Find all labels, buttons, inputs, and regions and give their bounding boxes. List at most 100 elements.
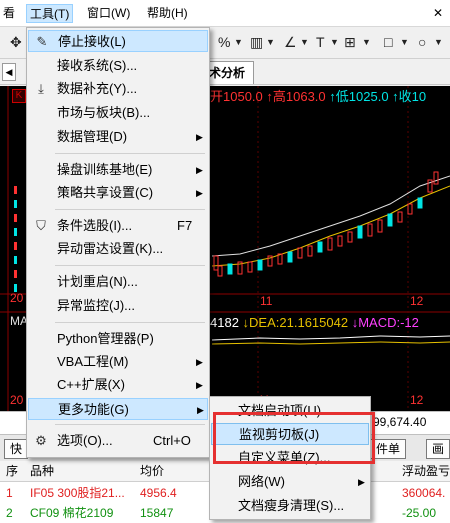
menu-window[interactable]: 窗口(W) xyxy=(84,4,133,23)
candle-bar xyxy=(297,247,303,259)
menu-item-label: 数据管理(D) xyxy=(57,129,128,144)
menu-item-vba-project[interactable]: VBA工程(M) ▶ xyxy=(28,351,208,373)
menu-item-receive-system[interactable]: 接收系统(S)... xyxy=(28,55,208,77)
header-avg-price[interactable]: 均价 xyxy=(140,461,164,481)
low-price: ↑低1025.0 xyxy=(329,89,389,104)
menu-item-label: VBA工程(M) xyxy=(57,354,129,369)
submenu-arrow-icon: ▶ xyxy=(196,132,203,142)
header-symbol[interactable]: 品种 xyxy=(30,461,54,481)
quick-button[interactable]: 快 xyxy=(4,439,29,459)
menu-item-cpp-extension[interactable]: C++扩展(X) ▶ xyxy=(28,374,208,396)
candle-bar xyxy=(14,270,17,278)
macd-diff: 4182 xyxy=(210,315,239,330)
candle-bar xyxy=(367,223,373,237)
menu-item-scheduled-restart[interactable]: 计划重启(N)... xyxy=(28,271,208,293)
circle-icon[interactable]: ○ xyxy=(418,34,426,50)
chevron-down-icon[interactable]: ▼ xyxy=(400,34,409,50)
macd-info: 4182 ↓DEA:21.1615042 ↓MACD:-12 xyxy=(210,314,419,332)
row-price: 4956.4 xyxy=(140,486,177,500)
menu-item-label: 计划重启(N)... xyxy=(57,274,138,289)
chevron-down-icon[interactable]: ▼ xyxy=(266,34,275,50)
close-icon[interactable]: ✕ xyxy=(430,4,446,23)
chevron-down-icon[interactable]: ▼ xyxy=(234,34,243,50)
shortcut-label: F7 xyxy=(177,218,193,233)
menu-tools[interactable]: 工具(T) xyxy=(26,4,74,23)
candle-bar xyxy=(14,256,17,264)
filter-icon: ⛉ xyxy=(36,218,46,233)
menu-item-data-supplement[interactable]: ⤓ 数据补充(Y)... xyxy=(28,78,208,100)
menu-item-market-sector[interactable]: 市场与板块(B)... xyxy=(28,102,208,124)
pencil-icon: ✎ xyxy=(36,34,48,49)
submenu-arrow-icon: ▶ xyxy=(196,357,203,367)
rectangle-icon[interactable]: □ xyxy=(384,34,392,50)
text-icon[interactable]: T xyxy=(316,34,325,50)
candle-bar xyxy=(387,213,393,227)
candle-bar xyxy=(307,245,313,257)
menu-item-label: Python管理器(P) xyxy=(57,331,154,346)
menu-item-label: 策略共享设置(C) xyxy=(57,185,154,200)
candle-bar xyxy=(14,200,17,208)
chevron-down-icon[interactable]: ▼ xyxy=(300,34,309,50)
menu-item-stop-receive[interactable]: ✎ 停止接收(L) xyxy=(28,30,208,52)
candle-bar xyxy=(407,203,413,215)
menu-separator xyxy=(55,153,205,154)
candle-bar xyxy=(417,197,423,209)
candle-bar xyxy=(14,186,17,194)
menu-item-network[interactable]: 网络(W) ▶ xyxy=(211,471,369,493)
menu-item-label: 更多功能(G) xyxy=(58,402,129,417)
partial-button[interactable]: 画 xyxy=(426,439,450,459)
candle-bar xyxy=(287,251,293,263)
candle-bar xyxy=(14,228,17,236)
candle-bar xyxy=(347,231,353,243)
grid-icon[interactable]: ▥ xyxy=(250,34,263,50)
candle-bar xyxy=(317,241,323,253)
menu-item-python-manager[interactable]: Python管理器(P) xyxy=(28,328,208,350)
menu-item-training-base[interactable]: 操盘训练基地(E) ▶ xyxy=(28,159,208,181)
tab-scroll-left-icon[interactable]: ◀ xyxy=(2,63,16,81)
macd-line xyxy=(211,335,450,341)
chevron-down-icon[interactable]: ▼ xyxy=(434,34,443,50)
menu-item-label: 条件选股(I)... xyxy=(57,218,133,233)
row-pnl: -25.00 xyxy=(402,506,437,520)
candle-bar xyxy=(14,214,17,222)
submenu-arrow-icon: ▶ xyxy=(358,477,365,487)
menu-view-partial[interactable]: 看 xyxy=(0,4,18,23)
move-icon[interactable]: ✥ xyxy=(10,34,22,50)
chevron-down-icon[interactable]: ▼ xyxy=(330,34,339,50)
header-index[interactable]: 序 xyxy=(6,461,18,481)
time-axis-label: 20 xyxy=(10,393,24,407)
chevron-down-icon[interactable]: ▼ xyxy=(362,34,371,50)
k-badge: K xyxy=(12,89,26,103)
fill-icon[interactable]: ⊞ xyxy=(344,34,356,50)
candle-bar xyxy=(337,235,343,247)
download-icon: ⤓ xyxy=(38,81,44,96)
account-amount: 99,674.40 xyxy=(373,415,427,429)
time-axis-label: 12 xyxy=(410,393,424,407)
menu-separator xyxy=(55,424,205,425)
candle-bar xyxy=(227,263,233,275)
candle-bar xyxy=(397,211,403,223)
menu-separator xyxy=(55,322,205,323)
menu-item-options[interactable]: ⚙ 选项(O)... Ctrl+O xyxy=(28,430,208,452)
menu-item-more-functions[interactable]: 更多功能(G) ▶ xyxy=(28,398,208,420)
submenu-arrow-icon: ▶ xyxy=(196,188,203,198)
menu-help[interactable]: 帮助(H) xyxy=(144,4,191,23)
menu-item-data-management[interactable]: 数据管理(D) ▶ xyxy=(28,126,208,148)
percent-button[interactable]: % xyxy=(218,34,230,50)
high-price: ↑高1063.0 xyxy=(266,89,326,104)
conditional-order-button[interactable]: 件单 xyxy=(370,439,407,459)
menu-item-radar-settings[interactable]: 异动雷达设置(K)... xyxy=(28,238,208,260)
submenu-arrow-icon: ▶ xyxy=(197,405,204,415)
time-axis-label: 12 xyxy=(410,294,424,308)
menu-item-stock-screener[interactable]: ⛉ 条件选股(I)... F7 xyxy=(28,215,208,237)
menu-item-doc-cleanup[interactable]: 文档瘦身清理(S)... xyxy=(211,495,369,517)
close-price: ↑收10 xyxy=(392,89,427,104)
candle-bar xyxy=(217,265,223,277)
open-price: 开1050.0 xyxy=(210,89,263,104)
menu-item-strategy-share[interactable]: 策略共享设置(C) ▶ xyxy=(28,182,208,204)
header-float-pnl[interactable]: 浮动盈亏 xyxy=(402,461,450,481)
angle-icon[interactable]: ∠ xyxy=(284,34,297,50)
menu-item-label: 异常监控(J)... xyxy=(57,298,135,313)
menu-item-exception-monitor[interactable]: 异常监控(J)... xyxy=(28,295,208,317)
row-index: 2 xyxy=(6,506,13,520)
